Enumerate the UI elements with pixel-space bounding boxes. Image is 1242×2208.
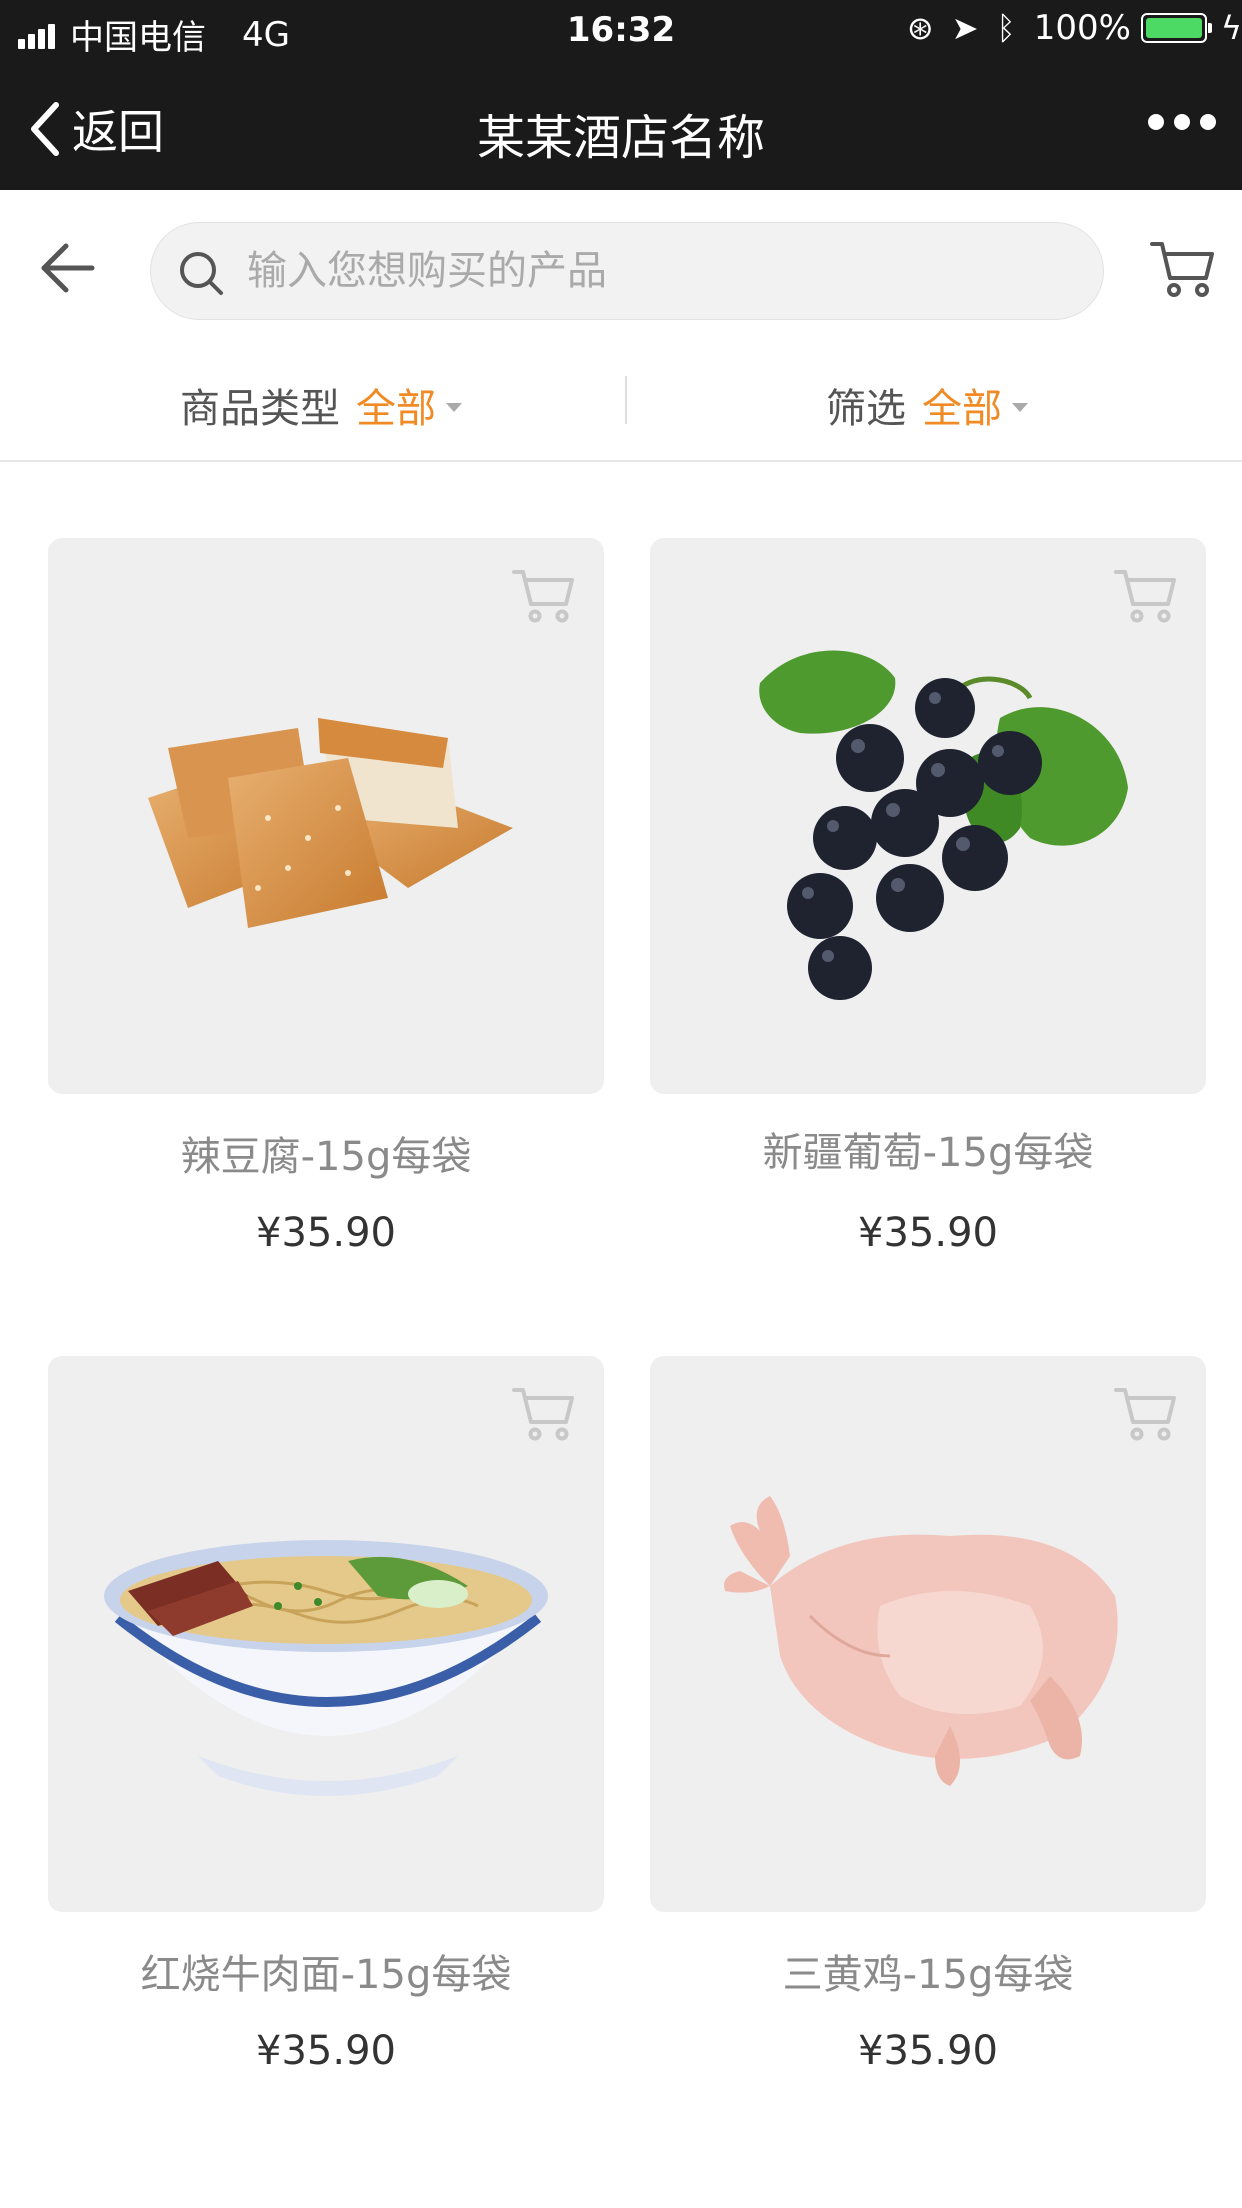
- orientation-lock-icon: ⊛: [906, 9, 934, 47]
- battery-icon: [1140, 13, 1212, 43]
- filter-divider: [625, 376, 627, 424]
- product-price: ¥35.90: [256, 1210, 396, 1256]
- cart-icon[interactable]: [1150, 238, 1216, 300]
- battery-percent: 100%: [1033, 8, 1131, 48]
- search-row: [0, 190, 1242, 346]
- product-image-container[interactable]: [650, 538, 1206, 1094]
- screen-filter[interactable]: 筛选 全部: [826, 376, 1028, 434]
- more-dot-icon: [1148, 114, 1164, 130]
- page-title: 某某酒店名称: [476, 110, 765, 166]
- more-menu-button[interactable]: [1138, 114, 1216, 130]
- charging-icon: ϟ: [1220, 9, 1242, 47]
- product-price: ¥35.90: [256, 2028, 396, 2074]
- location-icon: ➤: [951, 9, 979, 47]
- screen-filter-label: 筛选: [826, 386, 906, 432]
- product-type-filter[interactable]: 商品类型 全部: [180, 376, 462, 434]
- product-name[interactable]: 红烧牛肉面-15g每袋: [48, 1942, 604, 2000]
- search-input[interactable]: [247, 241, 1067, 301]
- product-image-container[interactable]: [48, 538, 604, 1094]
- product-image-container[interactable]: [48, 1356, 604, 1912]
- product-card[interactable]: 红烧牛肉面-15g每袋 ¥35.90: [48, 1356, 604, 2074]
- search-icon: [180, 252, 223, 295]
- add-to-cart-icon[interactable]: [1114, 566, 1178, 624]
- back-arrow-icon[interactable]: [38, 240, 98, 296]
- product-name[interactable]: 新疆葡萄-15g每袋: [650, 1120, 1206, 1178]
- more-dot-icon: [1200, 114, 1216, 130]
- filter-row: 商品类型 全部 筛选 全部: [0, 346, 1242, 462]
- caret-down-icon: [1012, 402, 1028, 412]
- nav-bar: 返回 某某酒店名称: [0, 62, 1242, 190]
- product-type-label: 商品类型: [180, 386, 340, 432]
- product-name[interactable]: 辣豆腐-15g每袋: [48, 1124, 604, 1182]
- product-price: ¥35.90: [858, 1210, 998, 1256]
- product-type-value: 全部: [356, 386, 436, 432]
- product-card[interactable]: 三黄鸡-15g每袋 ¥35.90: [650, 1356, 1206, 2074]
- more-dot-icon: [1174, 114, 1190, 130]
- bluetooth-icon: ᛒ: [996, 9, 1016, 47]
- caret-down-icon: [446, 402, 462, 412]
- screen-filter-value: 全部: [922, 386, 1002, 432]
- status-right: ⊛ ➤ ᛒ 100% ϟ: [907, 8, 1242, 48]
- add-to-cart-icon[interactable]: [512, 1384, 576, 1442]
- product-price: ¥35.90: [858, 2028, 998, 2074]
- search-box[interactable]: [150, 222, 1104, 320]
- add-to-cart-icon[interactable]: [1114, 1384, 1178, 1442]
- product-card[interactable]: 辣豆腐-15g每袋 ¥35.90: [48, 538, 604, 1256]
- product-card[interactable]: 新疆葡萄-15g每袋 ¥35.90: [650, 538, 1206, 1256]
- product-image-container[interactable]: [650, 1356, 1206, 1912]
- add-to-cart-icon[interactable]: [512, 566, 576, 624]
- status-bar: 中国电信 4G 16:32 ⊛ ➤ ᛒ 100% ϟ: [0, 0, 1242, 62]
- product-name[interactable]: 三黄鸡-15g每袋: [650, 1942, 1206, 2000]
